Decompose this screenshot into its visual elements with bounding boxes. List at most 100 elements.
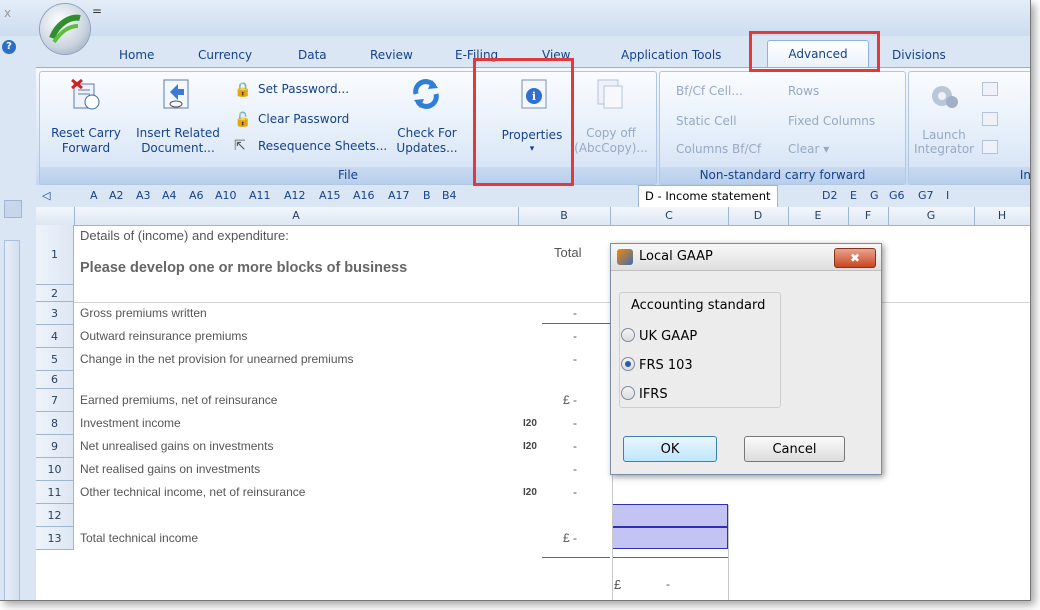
- row-label[interactable]: Gross premiums written: [80, 306, 207, 320]
- row-header[interactable]: 8: [36, 412, 74, 435]
- column-header-d[interactable]: D: [728, 207, 789, 225]
- vertical-scrollbar[interactable]: [4, 240, 20, 600]
- row-value[interactable]: -: [573, 462, 577, 476]
- clear-button[interactable]: Clear ▾: [788, 142, 829, 156]
- row-header[interactable]: 10: [36, 458, 74, 481]
- sheet-tab[interactable]: A16: [353, 189, 375, 202]
- row-header[interactable]: 7: [36, 389, 74, 412]
- reset-carry-forward-button[interactable]: Reset Carry Forward: [44, 76, 128, 162]
- dialog-close-button[interactable]: ✖: [834, 248, 876, 268]
- radio-ifrs[interactable]: IFRS: [621, 386, 668, 402]
- radio-circle[interactable]: [621, 328, 635, 342]
- tab-review[interactable]: Review: [368, 44, 415, 66]
- row-header[interactable]: 11: [36, 481, 74, 504]
- row-label[interactable]: Outward reinsurance premiums: [80, 329, 247, 343]
- row-label[interactable]: Earned premiums, net of reinsurance: [80, 393, 277, 407]
- total-label[interactable]: Total: [554, 245, 581, 260]
- column-header-h[interactable]: H: [974, 207, 1030, 225]
- row-code[interactable]: I20: [523, 487, 537, 498]
- row-value[interactable]: -: [573, 531, 577, 545]
- column-header-f[interactable]: F: [848, 207, 889, 225]
- sheet-tab-active[interactable]: D - Income statement: [638, 185, 778, 207]
- sheet-tab[interactable]: A3: [136, 189, 151, 202]
- sheet-tab[interactable]: A4: [162, 189, 177, 202]
- r13-c-currency[interactable]: £: [614, 577, 621, 592]
- column-header-c[interactable]: C: [610, 207, 729, 225]
- row-label[interactable]: Net realised gains on investments: [80, 462, 260, 476]
- column-header-b[interactable]: B: [518, 207, 611, 225]
- tab-home[interactable]: Home: [117, 44, 156, 66]
- sheet-tab[interactable]: G: [870, 189, 879, 202]
- radio-circle-selected[interactable]: [621, 357, 635, 371]
- tab-divisions[interactable]: Divisions: [890, 44, 948, 66]
- sheet-tab[interactable]: I: [946, 189, 949, 202]
- launch-integrator-button[interactable]: Launch Integrator: [914, 76, 974, 156]
- cancel-button[interactable]: Cancel: [744, 436, 845, 462]
- columns-bfcf-button[interactable]: Columns Bf/Cf: [676, 142, 761, 156]
- sheet-tab[interactable]: A12: [284, 189, 306, 202]
- row-value[interactable]: -: [573, 352, 577, 366]
- selected-cell-c10[interactable]: [612, 504, 728, 527]
- tab-application-tools[interactable]: Application Tools: [619, 44, 723, 66]
- sheet-tab[interactable]: A17: [388, 189, 410, 202]
- row-value[interactable]: -: [573, 485, 577, 499]
- row-value[interactable]: -: [573, 306, 577, 320]
- radio-frs-103[interactable]: FRS 103: [621, 357, 693, 373]
- sheet-tab[interactable]: B4: [442, 189, 457, 202]
- column-header-g[interactable]: G: [888, 207, 975, 225]
- r13-c-value[interactable]: -: [666, 577, 670, 591]
- row-label[interactable]: Other technical income, net of reinsuran…: [80, 485, 305, 499]
- row-value[interactable]: -: [573, 393, 577, 407]
- quick-access-toolbar[interactable]: =: [92, 4, 102, 18]
- sheet-tab[interactable]: G7: [918, 189, 934, 202]
- ok-button[interactable]: OK: [623, 436, 717, 462]
- row-header[interactable]: 13: [36, 527, 74, 550]
- tab-scroll-left-icon[interactable]: ◁: [42, 189, 50, 202]
- radio-uk-gaap[interactable]: UK GAAP: [621, 328, 697, 344]
- details-heading[interactable]: Details of (income) and expenditure:: [80, 228, 289, 243]
- help-icon[interactable]: ?: [2, 40, 16, 54]
- row-header[interactable]: 6: [36, 371, 74, 389]
- fixed-columns-button[interactable]: Fixed Columns: [788, 114, 875, 128]
- row-label[interactable]: Change in the net provision for unearned…: [80, 352, 354, 366]
- row-value[interactable]: -: [573, 329, 577, 343]
- row-label[interactable]: Investment income: [80, 416, 181, 430]
- sheet-tab[interactable]: A: [90, 189, 98, 202]
- small-icon-3[interactable]: [982, 140, 998, 154]
- close-glyph[interactable]: x: [4, 6, 11, 20]
- static-cell-button[interactable]: Static Cell: [676, 114, 737, 128]
- selected-cell-c11[interactable]: [612, 527, 728, 549]
- row-label[interactable]: Total technical income: [80, 531, 198, 545]
- blocks-instruction[interactable]: Please develop one or more blocks of bus…: [80, 260, 407, 276]
- select-all-corner[interactable]: [36, 207, 75, 225]
- column-header-a[interactable]: A: [74, 207, 519, 225]
- small-icon-1[interactable]: [982, 82, 998, 96]
- tab-data[interactable]: Data: [296, 44, 329, 66]
- sheet-tab[interactable]: A10: [215, 189, 237, 202]
- sheet-tab[interactable]: B: [423, 189, 431, 202]
- sheet-tab[interactable]: A11: [249, 189, 271, 202]
- column-header-e[interactable]: E: [788, 207, 849, 225]
- row-currency[interactable]: £: [563, 531, 570, 545]
- row-code[interactable]: I20: [523, 418, 537, 429]
- small-icon-2[interactable]: [982, 112, 998, 126]
- row-code[interactable]: I20: [523, 441, 537, 452]
- insert-related-document-button[interactable]: Insert Related Document...: [130, 76, 226, 162]
- row-header[interactable]: 9: [36, 435, 74, 458]
- row-currency[interactable]: £: [563, 393, 570, 407]
- sheet-tab[interactable]: A6: [189, 189, 204, 202]
- sheet-nav-icon[interactable]: [4, 200, 22, 218]
- sheet-tab[interactable]: D2: [822, 189, 837, 202]
- radio-circle[interactable]: [621, 386, 635, 400]
- row-header[interactable]: 4: [36, 325, 74, 348]
- sheet-tab[interactable]: A15: [319, 189, 341, 202]
- sheet-tab[interactable]: A2: [109, 189, 124, 202]
- row-value[interactable]: -: [573, 439, 577, 453]
- row-header[interactable]: 1: [36, 225, 74, 285]
- row-header[interactable]: 12: [36, 504, 74, 527]
- rows-button[interactable]: Rows: [788, 84, 819, 98]
- sheet-tab[interactable]: G6: [889, 189, 905, 202]
- tab-currency[interactable]: Currency: [196, 44, 254, 66]
- row-header[interactable]: 3: [36, 302, 74, 325]
- row-header[interactable]: 5: [36, 348, 74, 371]
